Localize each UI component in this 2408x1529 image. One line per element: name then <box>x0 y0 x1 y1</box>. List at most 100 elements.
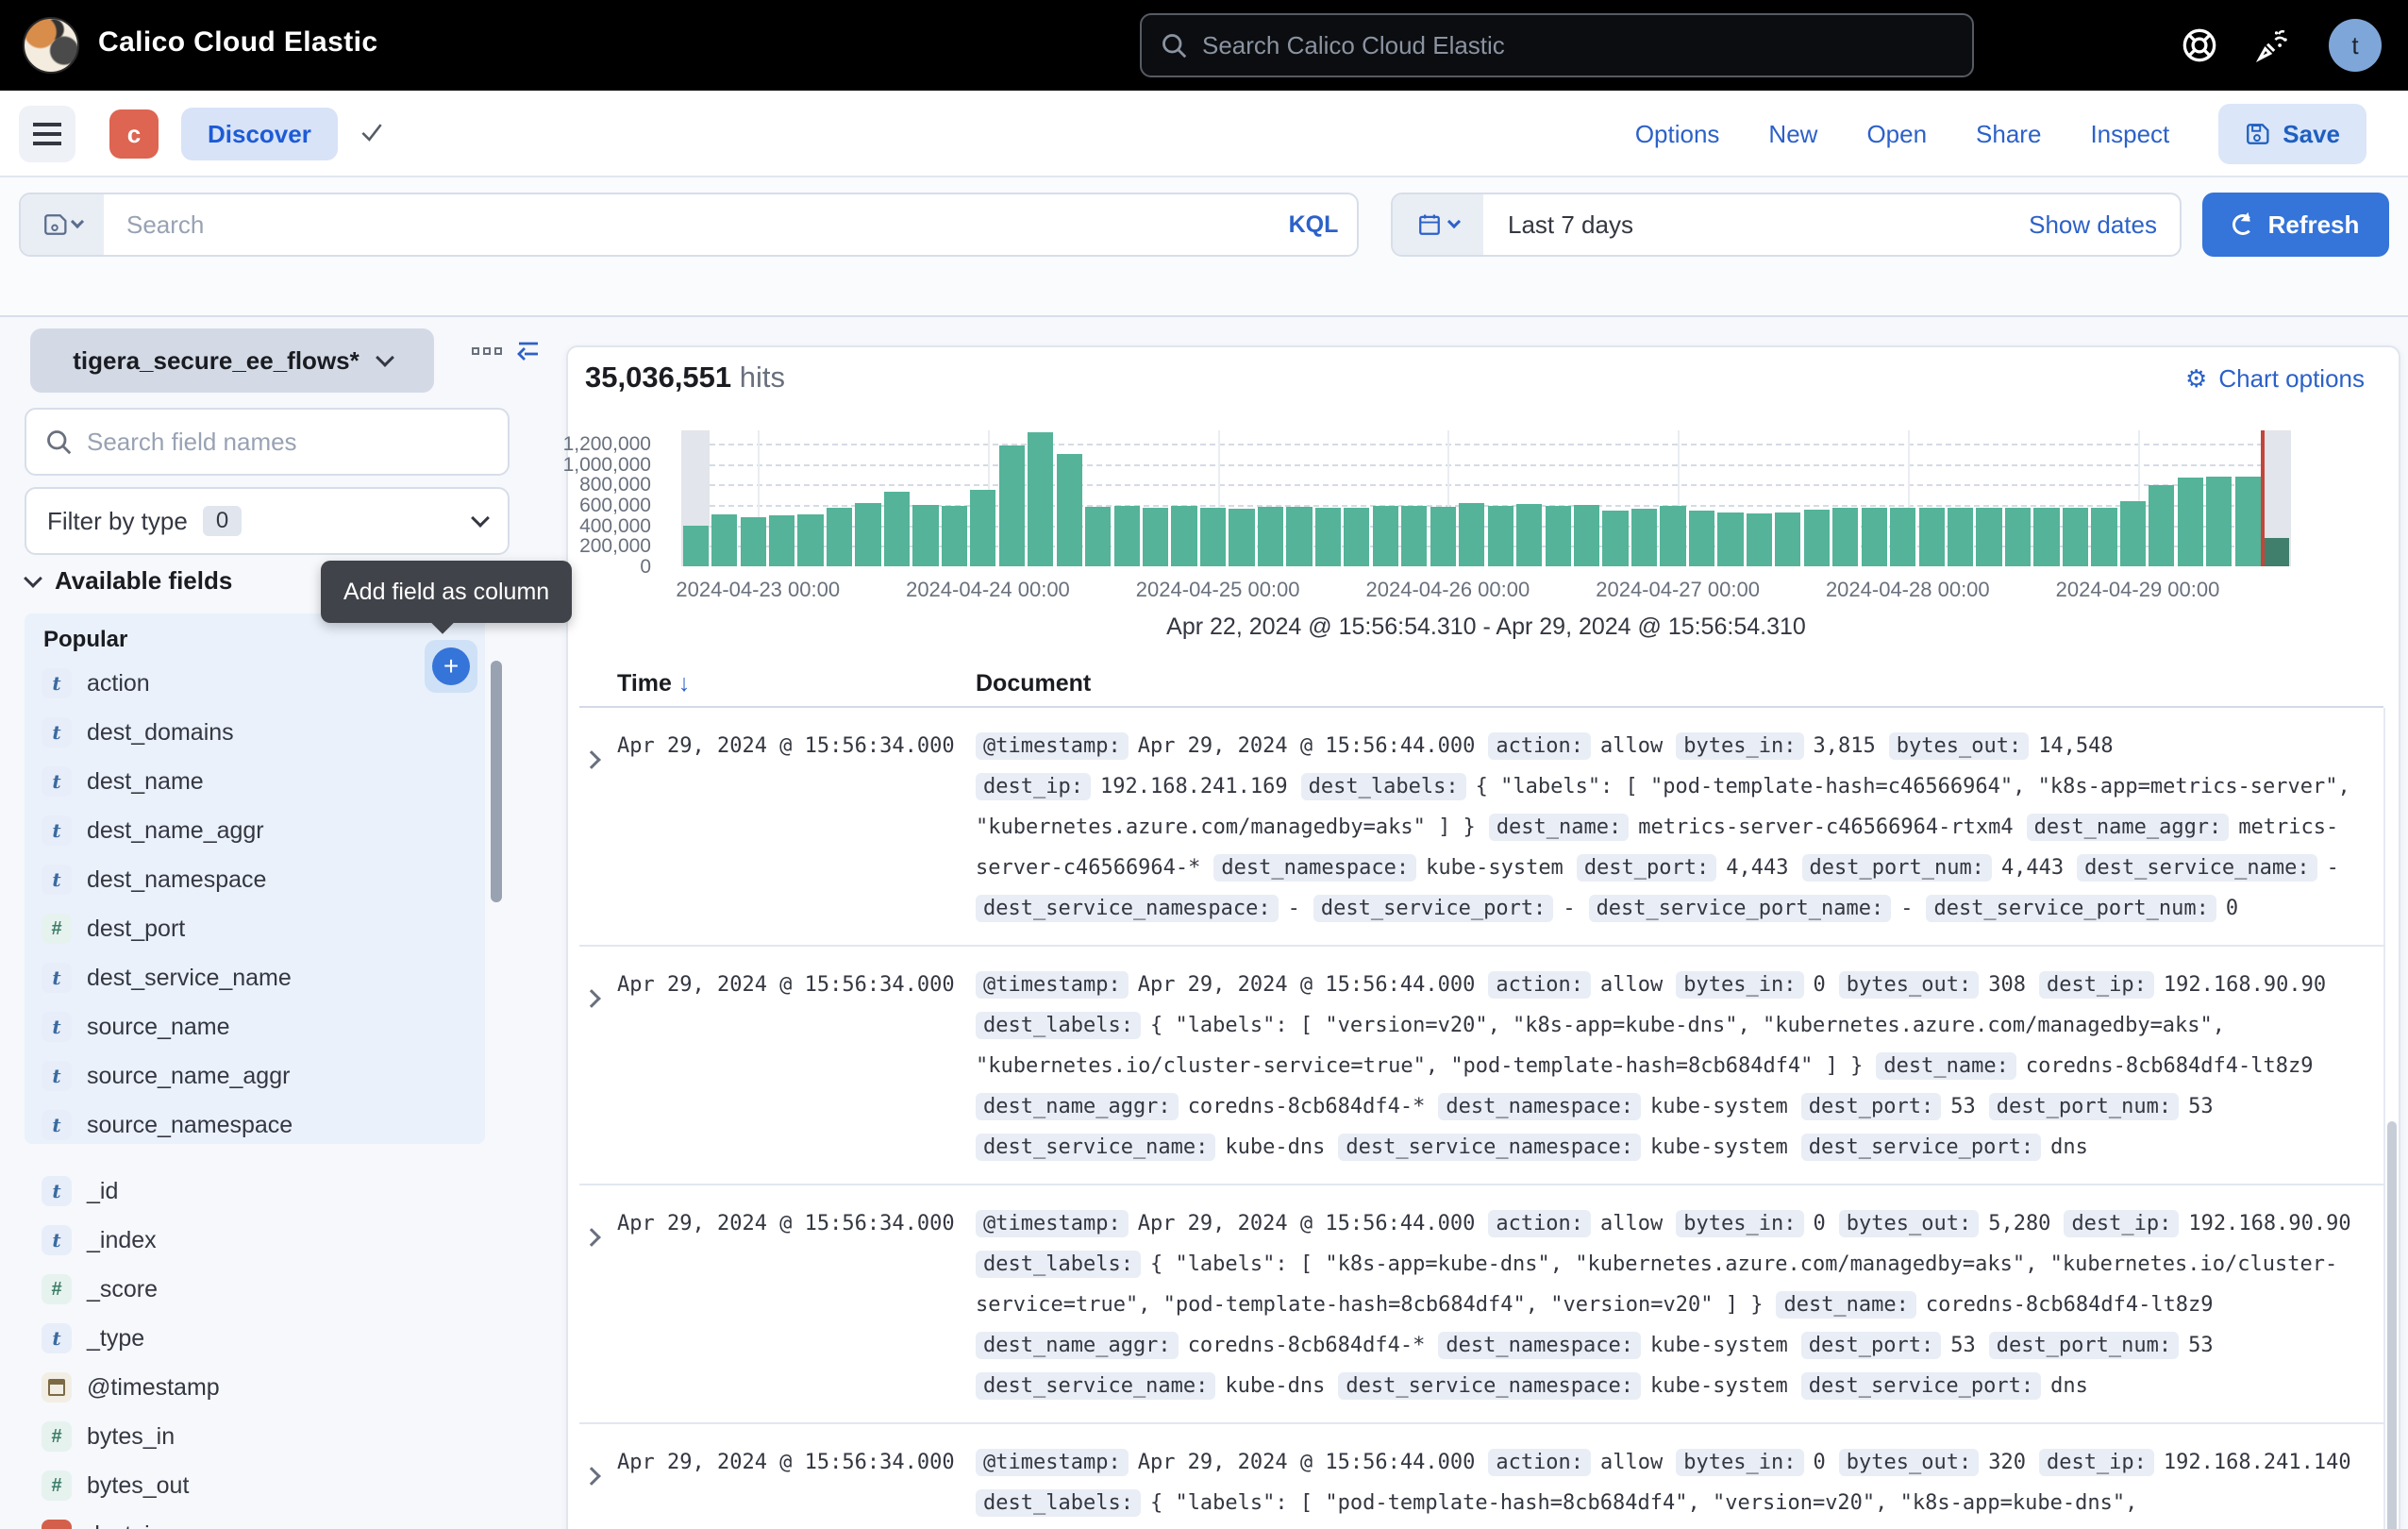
histogram-bar[interactable] <box>1689 511 1714 566</box>
collapse-sidebar-icon[interactable] <box>513 334 543 364</box>
menu-icon[interactable] <box>19 106 75 162</box>
field-item-_id[interactable]: t_id <box>25 1167 485 1216</box>
histogram-bar[interactable] <box>1488 506 1513 566</box>
breadcrumb[interactable]: Discover <box>181 108 338 160</box>
histogram-bar[interactable] <box>1344 508 1369 566</box>
histogram-bar[interactable] <box>683 526 709 566</box>
histogram-bar[interactable] <box>884 492 910 566</box>
user-avatar[interactable]: t <box>2329 19 2382 72</box>
histogram-bar[interactable] <box>1401 506 1427 566</box>
histogram-bar[interactable] <box>2264 538 2289 566</box>
saved-query-menu-button[interactable] <box>21 194 104 255</box>
expand-row-icon[interactable] <box>579 1442 617 1529</box>
histogram-bar[interactable] <box>827 508 852 566</box>
expand-row-icon[interactable] <box>579 965 617 1168</box>
histogram-bar[interactable] <box>1315 508 1341 566</box>
histogram-bar[interactable] <box>1574 505 1599 566</box>
histogram-bar[interactable] <box>711 514 737 566</box>
histogram-bar[interactable] <box>1631 509 1657 566</box>
histogram-bar[interactable] <box>2120 501 2146 566</box>
histogram-bar[interactable] <box>741 517 766 566</box>
expand-row-icon[interactable] <box>579 1203 617 1406</box>
field-item-dest_domains[interactable]: tdest_domains <box>25 708 485 757</box>
histogram-bar[interactable] <box>1660 506 1685 566</box>
field-item-_type[interactable]: t_type <box>25 1314 485 1363</box>
help-icon[interactable] <box>2182 27 2217 63</box>
histogram-bar[interactable] <box>1747 513 1772 566</box>
histogram-bar[interactable] <box>1948 508 1973 566</box>
histogram-bar[interactable] <box>1085 507 1111 566</box>
time-range-value[interactable]: Last 7 days <box>1483 194 2006 255</box>
histogram-bar[interactable] <box>1832 508 1858 566</box>
query-language-button[interactable]: KQL <box>1270 194 1357 255</box>
boxes-icon[interactable] <box>472 347 502 355</box>
histogram-chart[interactable] <box>681 430 2291 566</box>
histogram-bar[interactable] <box>1459 503 1484 566</box>
field-item-bytes_in[interactable]: #bytes_in <box>25 1412 485 1461</box>
histogram-bar[interactable] <box>1258 507 1283 566</box>
table-scrollbar[interactable] <box>2387 1121 2397 1529</box>
histogram-bar[interactable] <box>1919 508 1945 566</box>
histogram-bar[interactable] <box>970 490 995 566</box>
field-item-action[interactable]: taction <box>25 659 485 708</box>
add-field-button-hover[interactable]: + <box>425 640 477 693</box>
histogram-bar[interactable] <box>1717 512 1743 566</box>
field-item-_index[interactable]: t_index <box>25 1216 485 1265</box>
index-pattern-selector[interactable]: tigera_secure_ee_flows* <box>30 328 434 393</box>
histogram-bar[interactable] <box>769 515 794 566</box>
available-fields-header[interactable]: Available fields <box>26 566 232 596</box>
sort-desc-icon[interactable]: ↓ <box>678 670 691 697</box>
field-item-dest_ip[interactable]: IPdest_ip <box>25 1510 485 1529</box>
histogram-bar[interactable] <box>999 445 1025 566</box>
filter-by-type-select[interactable]: Filter by type 0 <box>25 487 510 555</box>
histogram-bar[interactable] <box>1862 508 1887 566</box>
search-query-input[interactable]: Search <box>104 194 1270 255</box>
histogram-bar[interactable] <box>1804 510 1830 566</box>
field-item-dest_service_name[interactable]: tdest_service_name <box>25 953 485 1002</box>
histogram-bar[interactable] <box>1028 432 1053 566</box>
expand-row-icon[interactable] <box>579 726 617 929</box>
histogram-bar[interactable] <box>855 503 880 566</box>
field-item-dest_name_aggr[interactable]: tdest_name_aggr <box>25 806 485 855</box>
histogram-bar[interactable] <box>1516 504 1542 566</box>
histogram-bar[interactable] <box>1430 507 1456 566</box>
column-document[interactable]: Document <box>976 670 2383 697</box>
histogram-bar[interactable] <box>912 505 938 566</box>
histogram-bar[interactable] <box>1200 508 1226 566</box>
histogram-bar[interactable] <box>2178 478 2203 566</box>
global-search-input[interactable]: Search Calico Cloud Elastic <box>1140 13 1974 77</box>
histogram-bar[interactable] <box>2206 477 2232 566</box>
nav-link-inspect[interactable]: Inspect <box>2090 120 2169 149</box>
calico-logo-icon[interactable] <box>23 17 79 74</box>
histogram-bar[interactable] <box>1286 507 1312 566</box>
field-item-source_namespace[interactable]: tsource_namespace <box>25 1101 485 1150</box>
refresh-button[interactable]: Refresh <box>2202 193 2389 257</box>
nav-link-open[interactable]: Open <box>1866 120 1927 149</box>
field-item-dest_namespace[interactable]: tdest_namespace <box>25 855 485 904</box>
whats-new-icon[interactable] <box>2255 27 2291 63</box>
histogram-bar[interactable] <box>1775 512 1800 566</box>
histogram-bar[interactable] <box>797 514 823 566</box>
field-item-_score[interactable]: #_score <box>25 1265 485 1314</box>
histogram-bar[interactable] <box>1373 506 1398 566</box>
histogram-bar[interactable] <box>2063 508 2088 566</box>
histogram-bar[interactable] <box>942 506 967 566</box>
histogram-bar[interactable] <box>2033 508 2059 566</box>
field-search-input[interactable]: Search field names <box>25 408 510 476</box>
chart-options-button[interactable]: ⚙ Chart options <box>2185 364 2365 394</box>
save-button[interactable]: Save <box>2218 104 2366 164</box>
histogram-bar[interactable] <box>1890 508 1915 566</box>
space-badge[interactable]: c <box>109 109 159 159</box>
field-item-source_name[interactable]: tsource_name <box>25 1002 485 1051</box>
histogram-bar[interactable] <box>1143 508 1168 566</box>
histogram-bar[interactable] <box>1602 511 1628 566</box>
histogram-bar[interactable] <box>1057 454 1082 566</box>
histogram-bar[interactable] <box>1546 506 1571 566</box>
field-item-@timestamp[interactable]: @timestamp <box>25 1363 485 1412</box>
field-item-dest_name[interactable]: tdest_name <box>25 757 485 806</box>
sidebar-scrollbar[interactable] <box>491 661 502 902</box>
histogram-bar[interactable] <box>2235 477 2261 566</box>
histogram-bar[interactable] <box>1171 506 1196 566</box>
histogram-bar[interactable] <box>1114 506 1140 566</box>
histogram-bar[interactable] <box>2149 485 2174 566</box>
